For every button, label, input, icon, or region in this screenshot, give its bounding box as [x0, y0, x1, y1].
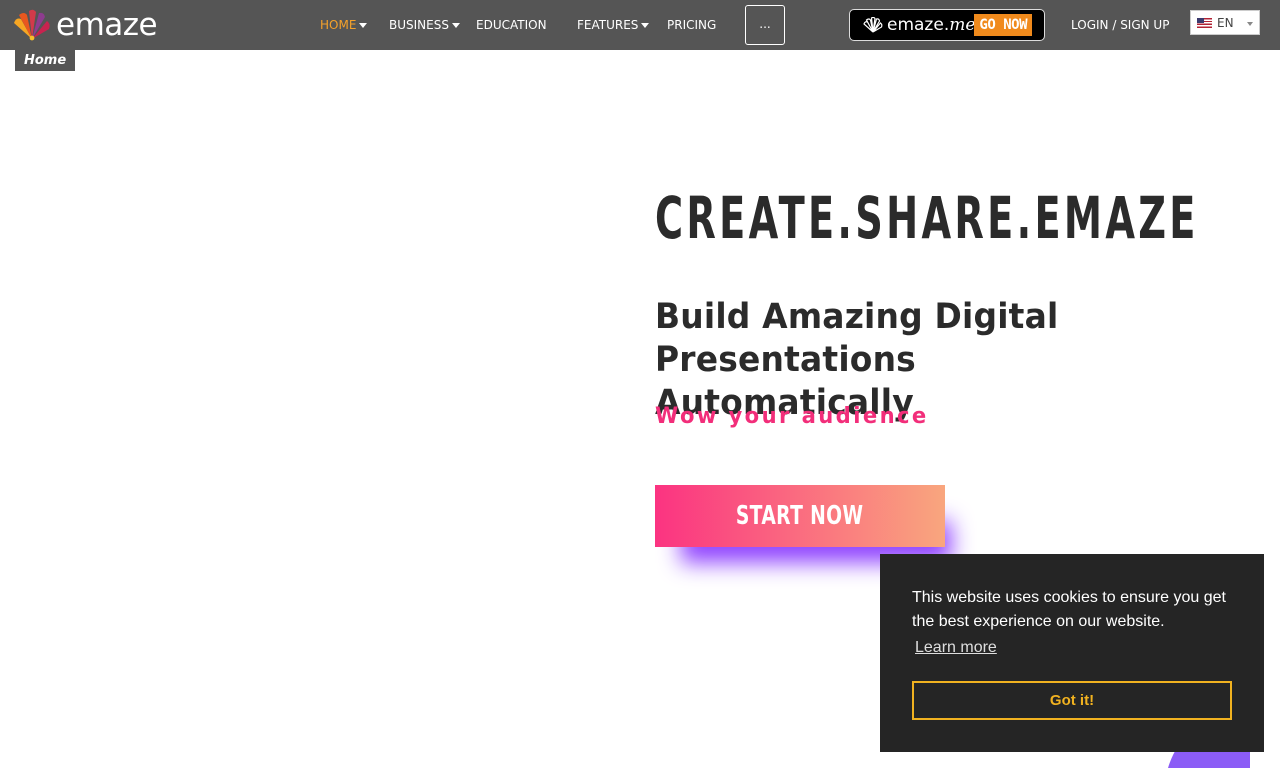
logo-wordmark: emaze — [56, 7, 158, 43]
nav-pricing-label: PRICING — [667, 18, 717, 32]
hero-title: CREATE.SHARE.EMAZE — [655, 184, 1199, 252]
chevron-down-icon — [359, 23, 368, 28]
nav-home-label: HOME — [320, 18, 357, 32]
start-now-label: START NOW — [736, 501, 864, 531]
emazeme-wordmark: emaze.me — [887, 15, 975, 35]
login-signup-link[interactable]: LOGIN / SIGN UP — [1071, 0, 1169, 50]
chevron-down-icon — [641, 23, 650, 28]
emaze-logo[interactable]: emaze — [12, 7, 158, 43]
cookie-consent-banner: This website uses cookies to ensure you … — [880, 554, 1264, 752]
nav-home[interactable]: HOME — [320, 0, 368, 50]
nav-education-label: EDUCATION — [476, 18, 547, 32]
emazeme-go-now-banner[interactable]: emaze.me GO NOW — [849, 9, 1045, 41]
top-navigation-bar: emaze HOME BUSINESS EDUCATION FEATURES P… — [0, 0, 1280, 50]
us-flag-icon — [1197, 17, 1212, 28]
emazeme-suffix: me — [949, 15, 976, 35]
chevron-down-icon — [451, 23, 460, 28]
nav-business[interactable]: BUSINESS — [389, 0, 460, 50]
breadcrumb-home[interactable]: Home — [15, 50, 76, 71]
nav-pricing[interactable]: PRICING — [667, 0, 716, 50]
hero-tagline: Wow your audience — [655, 404, 929, 429]
nav-features-label: FEATURES — [577, 18, 639, 32]
nav-business-label: BUSINESS — [389, 18, 449, 32]
more-menu-button[interactable]: ... — [745, 5, 785, 45]
emazeme-brand: emaze. — [887, 15, 950, 35]
language-selector[interactable]: EN — [1190, 10, 1260, 35]
start-now-button[interactable]: START NOW — [655, 485, 945, 547]
nav-features[interactable]: FEATURES — [577, 0, 650, 50]
cookie-accept-button[interactable]: Got it! — [912, 681, 1232, 720]
cookie-message: This website uses cookies to ensure you … — [912, 589, 1226, 630]
language-selected: EN — [1217, 15, 1234, 30]
go-now-badge: GO NOW — [974, 14, 1032, 36]
cookie-learn-more-link[interactable]: Learn more — [915, 637, 997, 659]
emazeme-peacock-icon — [863, 17, 883, 33]
chevron-down-icon — [1247, 22, 1253, 26]
emaze-peacock-logo-icon — [14, 9, 50, 41]
nav-education[interactable]: EDUCATION — [476, 0, 547, 50]
